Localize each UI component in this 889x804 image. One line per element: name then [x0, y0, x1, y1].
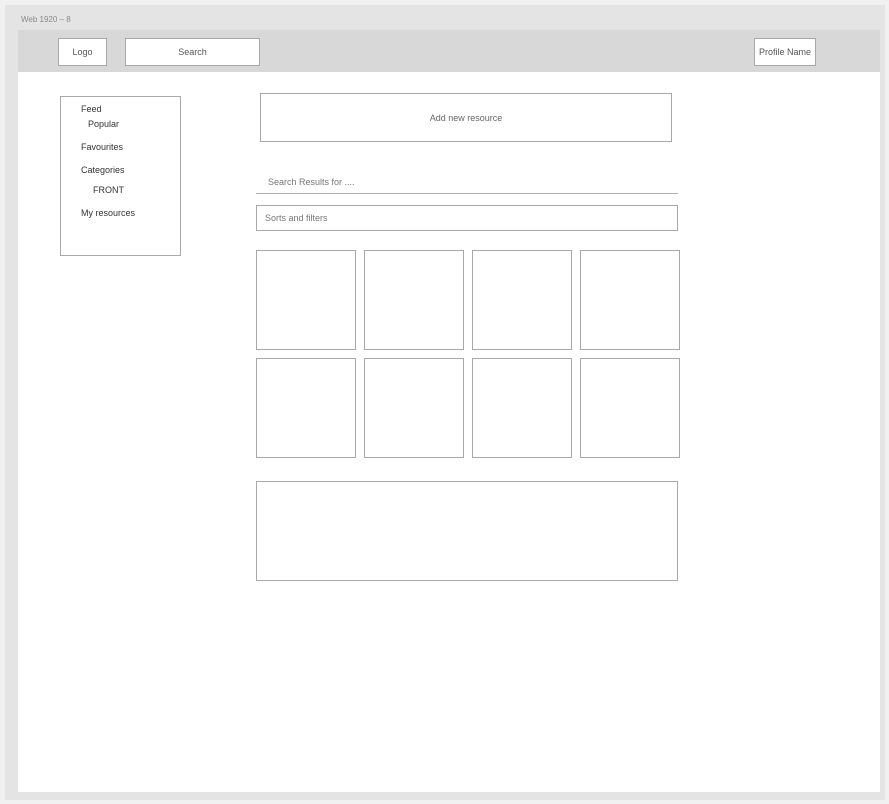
content-panel	[256, 481, 678, 581]
frame-label: Web 1920 – 8	[21, 15, 71, 24]
profile-name-button[interactable]: Profile Name	[754, 38, 816, 66]
resource-card[interactable]	[580, 250, 680, 350]
sidebar-item-favourites[interactable]: Favourites	[81, 142, 123, 152]
sorts-filters-bar[interactable]: Sorts and filters	[256, 205, 678, 231]
sidebar-item-front[interactable]: FRONT	[93, 185, 124, 195]
sidebar-item-categories[interactable]: Categories	[81, 165, 125, 175]
add-resource-button[interactable]: Add new resource	[260, 93, 672, 142]
resource-card[interactable]	[364, 358, 464, 458]
resource-card[interactable]	[472, 358, 572, 458]
resource-card[interactable]	[580, 358, 680, 458]
sidebar-item-my-resources[interactable]: My resources	[81, 208, 135, 218]
sidebar-item-popular[interactable]: Popular	[88, 119, 119, 129]
resource-card[interactable]	[364, 250, 464, 350]
resource-card[interactable]	[256, 358, 356, 458]
resource-card[interactable]	[256, 250, 356, 350]
logo[interactable]: Logo	[58, 38, 107, 66]
divider	[256, 193, 678, 194]
sidebar	[60, 96, 181, 256]
sidebar-item-feed[interactable]: Feed	[81, 104, 102, 114]
search-input[interactable]: Search	[125, 38, 260, 66]
resource-card[interactable]	[472, 250, 572, 350]
search-results-title: Search Results for ....	[268, 177, 355, 187]
